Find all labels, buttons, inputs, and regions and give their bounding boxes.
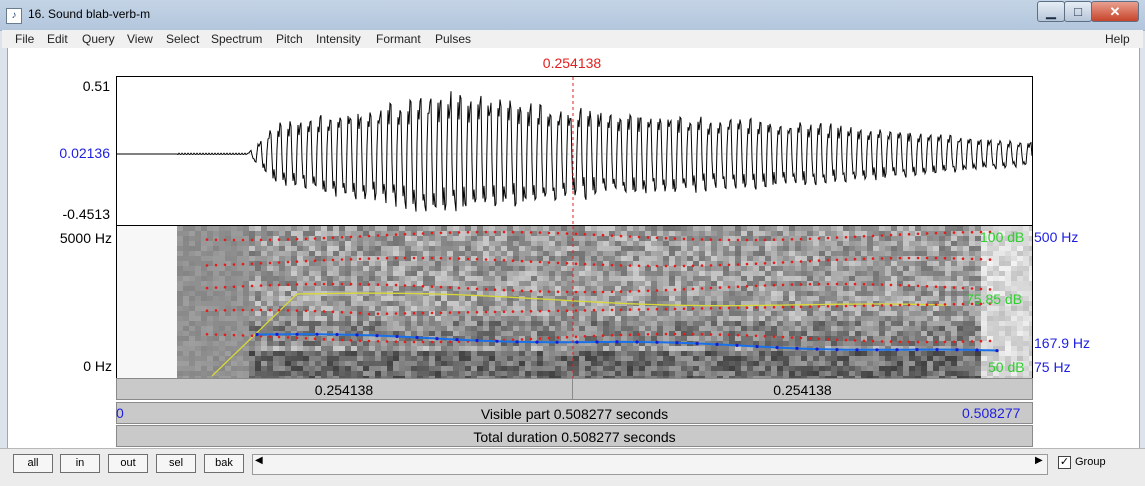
scroll-left-icon[interactable]: ◀ [255, 455, 263, 466]
spectrogram-panel[interactable] [116, 225, 1033, 380]
cursor-time-label: 0.254138 [522, 55, 622, 71]
menu-formant[interactable]: Formant [376, 32, 421, 46]
pitch-value-label: 167.9 Hz [1034, 335, 1090, 351]
menu-view[interactable]: View [127, 32, 153, 46]
maximize-button[interactable]: □ [1064, 1, 1092, 22]
intensity-value-label: 75.85 dB [966, 291, 1022, 307]
zoom-in-button[interactable]: in [60, 454, 100, 473]
group-checkbox[interactable]: ✓ [1058, 456, 1071, 469]
zoom-all-button[interactable]: all [13, 454, 53, 473]
menu-select[interactable]: Select [166, 32, 199, 46]
spectrogram-max-freq-label: 5000 Hz [20, 230, 112, 246]
waveform-max-label: 0.51 [30, 78, 110, 94]
visible-end-label: 0.508277 [962, 405, 1020, 421]
visible-part-label: Visible part 0.508277 seconds [116, 404, 1033, 424]
menu-help[interactable]: Help [1105, 32, 1130, 46]
menu-intensity[interactable]: Intensity [316, 32, 361, 46]
total-duration-label: Total duration 0.508277 seconds [116, 427, 1033, 447]
intensity-min-label: 50 dB [988, 359, 1025, 375]
window-title: 16. Sound blab-verb-m [28, 7, 150, 21]
zoom-out-button[interactable]: out [108, 454, 148, 473]
menu-file[interactable]: File [15, 32, 34, 46]
spectrogram-min-freq-label: 0 Hz [20, 358, 112, 374]
zoom-selection-button[interactable]: sel [156, 454, 196, 473]
menu-pitch[interactable]: Pitch [276, 32, 303, 46]
scroll-right-icon[interactable]: ▶ [1035, 455, 1043, 466]
praat-sound-icon[interactable]: ♪ [6, 8, 22, 24]
waveform-svg [117, 77, 1032, 225]
menu-spectrum[interactable]: Spectrum [211, 32, 262, 46]
pitch-max-label: 500 Hz [1034, 229, 1078, 245]
right-part-button[interactable]: 0.254138 [573, 380, 1032, 400]
close-button[interactable]: ✕ [1091, 1, 1139, 22]
waveform-panel[interactable] [116, 76, 1033, 226]
visible-start-label: 0 [116, 405, 124, 421]
pitch-min-label: 75 Hz [1034, 359, 1071, 375]
left-part-button[interactable]: 0.254138 [116, 380, 572, 400]
waveform-trace [117, 91, 1032, 211]
waveform-cursor-value: 0.02136 [30, 145, 110, 161]
minimize-button[interactable]: ▁ [1037, 1, 1065, 22]
menu-pulses[interactable]: Pulses [435, 32, 471, 46]
spectrogram-image [117, 226, 1032, 379]
spectrogram-svg [117, 226, 1032, 379]
zoom-back-button[interactable]: bak [204, 454, 244, 473]
waveform-min-label: -0.4513 [30, 206, 110, 222]
title-bar[interactable] [0, 0, 1145, 31]
menu-query[interactable]: Query [82, 32, 115, 46]
intensity-max-label: 100 dB [980, 229, 1024, 245]
menu-edit[interactable]: Edit [47, 32, 68, 46]
group-label: Group [1075, 456, 1106, 468]
horizontal-scrollbar[interactable] [252, 454, 1048, 475]
